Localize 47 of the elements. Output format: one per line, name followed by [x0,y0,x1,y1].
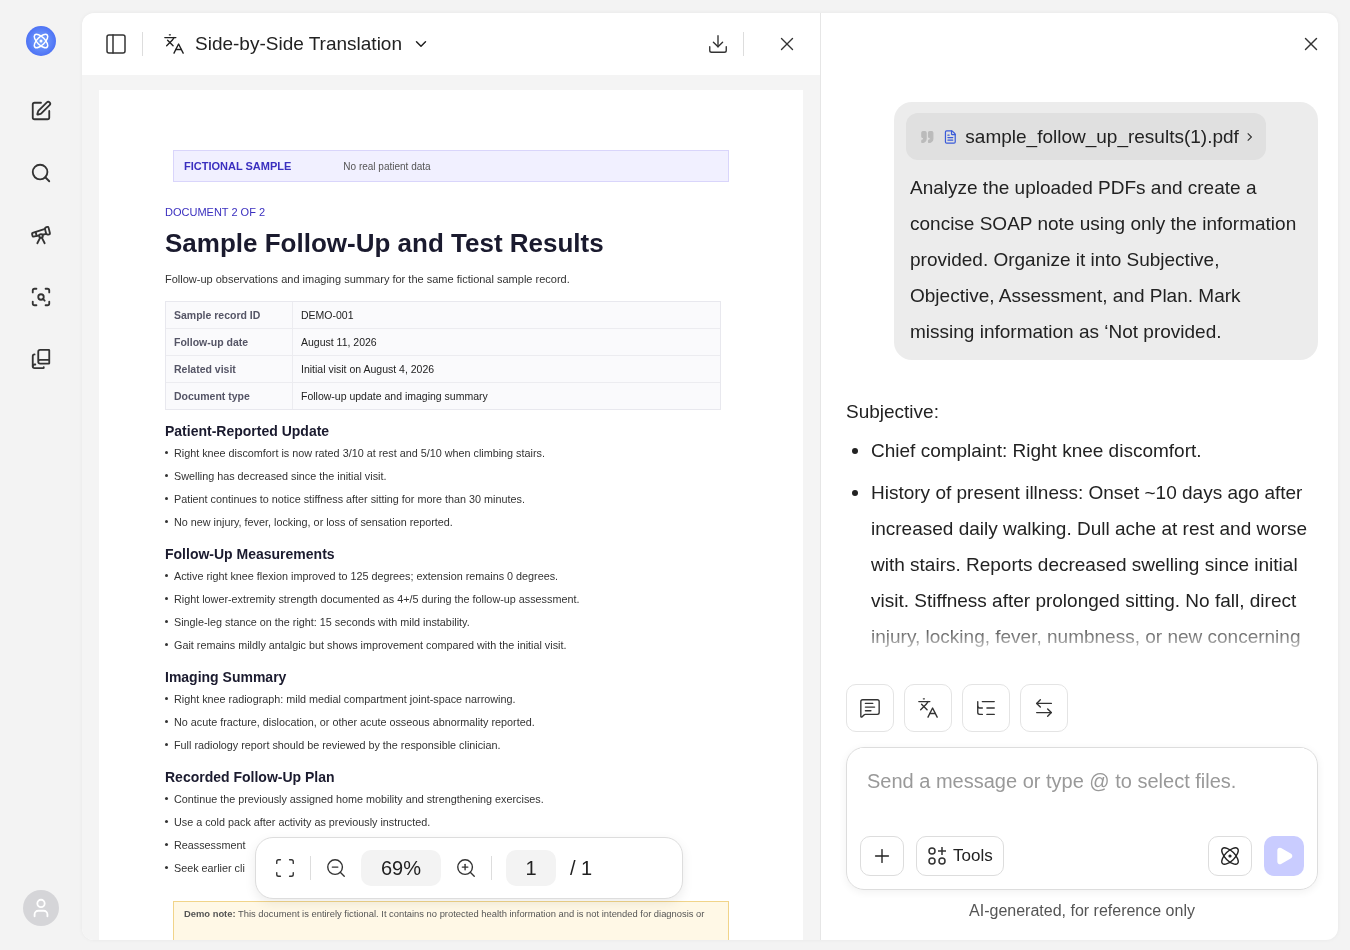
page-total: / 1 [570,856,593,880]
bullet-text: No new injury, fever, locking, or loss of sensation reported. [174,515,453,528]
message-input[interactable]: Send a message or type @ to select files. [860,748,1304,793]
page-number-field[interactable]: 1 [506,850,556,886]
table-cell: Sample record ID [166,302,293,328]
bullet-text: Continue the previously assigned home mobility and strengthening exercises. [174,792,544,805]
table-cell-text: August 11, 2026 [300,335,378,350]
response-bullet: History of present illness: Onset ~10 days ago after increased daily walking. Dull ache at rest and worse with stairs. Reports decreased swelling since initial visit. Stiffness after prolonged sitting. No fall, direct injury, locking, fever, numbness, or new concerning [871,481,1309,649]
bullet-text: Right lower-extremity strength documented as 4+/5 during the follow-up assessment. [174,592,580,605]
table-cell-text: DEMO-001 [300,308,355,323]
bullet-text: Right knee radiograph: mild medial compartment joint-space narrowing. [174,692,516,705]
bullet-text: Swelling has decreased since the initial visit. [174,469,387,482]
table-cell-text: Initial visit on August 4, 2026 [300,362,436,377]
banner-text: No real patient data [343,160,431,172]
tools-button[interactable]: Tools [916,836,1004,876]
bullet-text: No acute fracture, dislocation, or other acute osseous abnormality reported. [174,715,535,728]
disclaimer-text: AI-generated, for reference only [968,902,1196,920]
bullet-text: Right knee discomfort is now rated 3/10 at rest and 5/10 when climbing stairs. [174,446,545,459]
attachment-name: sample_follow_up_results(1).pdf [965,125,1239,148]
bullet-text: Patient continues to notice stiffness after sitting for more than 30 minutes. [174,492,525,505]
response-heading: Subjective: [846,401,940,423]
document-subtitle: Follow-up observations and imaging summary for the same fictional sample record. [165,273,571,285]
bullet-text: Single-leg stance on the right: 15 seconds with mild instability. [174,615,470,628]
document-eyebrow: DOCUMENT 2 OF 2 [165,206,267,218]
table-cell-text: Follow-up update and imaging summary [300,389,489,404]
mode-dropdown[interactable]: Side-by-Side Translation [157,33,436,55]
attachment-chip[interactable]: sample_follow_up_results(1).pdf [906,113,1266,160]
banner-label: FICTIONAL SAMPLE [184,160,292,172]
response-bullet: Chief complaint: Right knee discomfort. [871,439,1202,463]
bullet-text: Seek earlier cli [174,861,245,874]
prompt-text: Analyze the uploaded PDFs and create a concise SOAP note using only the information provided. Organize it into Subjective, Objective, Assessment, and Plan. Mark missing information as ‘Not provided. [909,176,1298,344]
message-field[interactable]: Send a message or type @ to select files. Tools [846,747,1318,890]
zoom-level[interactable]: 69% [361,850,441,886]
bullet-text: Full radiology report should be reviewed by the responsible clinician. [174,738,501,751]
bullet-text: Active right knee flexion improved to 125 degrees; extension remains 0 degrees. [174,569,559,582]
bullet-text: Reassessment [174,838,246,851]
demo-note: Demo note: This document is entirely fictional. It contains no protected health information and is not intended for diagnosis or [173,901,729,940]
section-heading: Follow-Up Measurements [165,546,336,562]
section-heading: Patient-Reported Update [165,423,331,439]
section-heading: Recorded Follow-Up Plan [165,769,336,785]
table-cell: Document type [166,383,293,409]
bullet-text: Gait remains mildly antalgic but shows improvement compared with the initial visit. [174,638,567,651]
table-cell: Related visit [166,356,293,382]
bullet-text: Use a cold pack after activity as previously instructed. [174,815,431,828]
table-cell: Follow-up date [166,329,293,355]
document-title: Sample Follow-Up and Test Results [165,228,605,259]
section-heading: Imaging Summary [165,669,288,685]
